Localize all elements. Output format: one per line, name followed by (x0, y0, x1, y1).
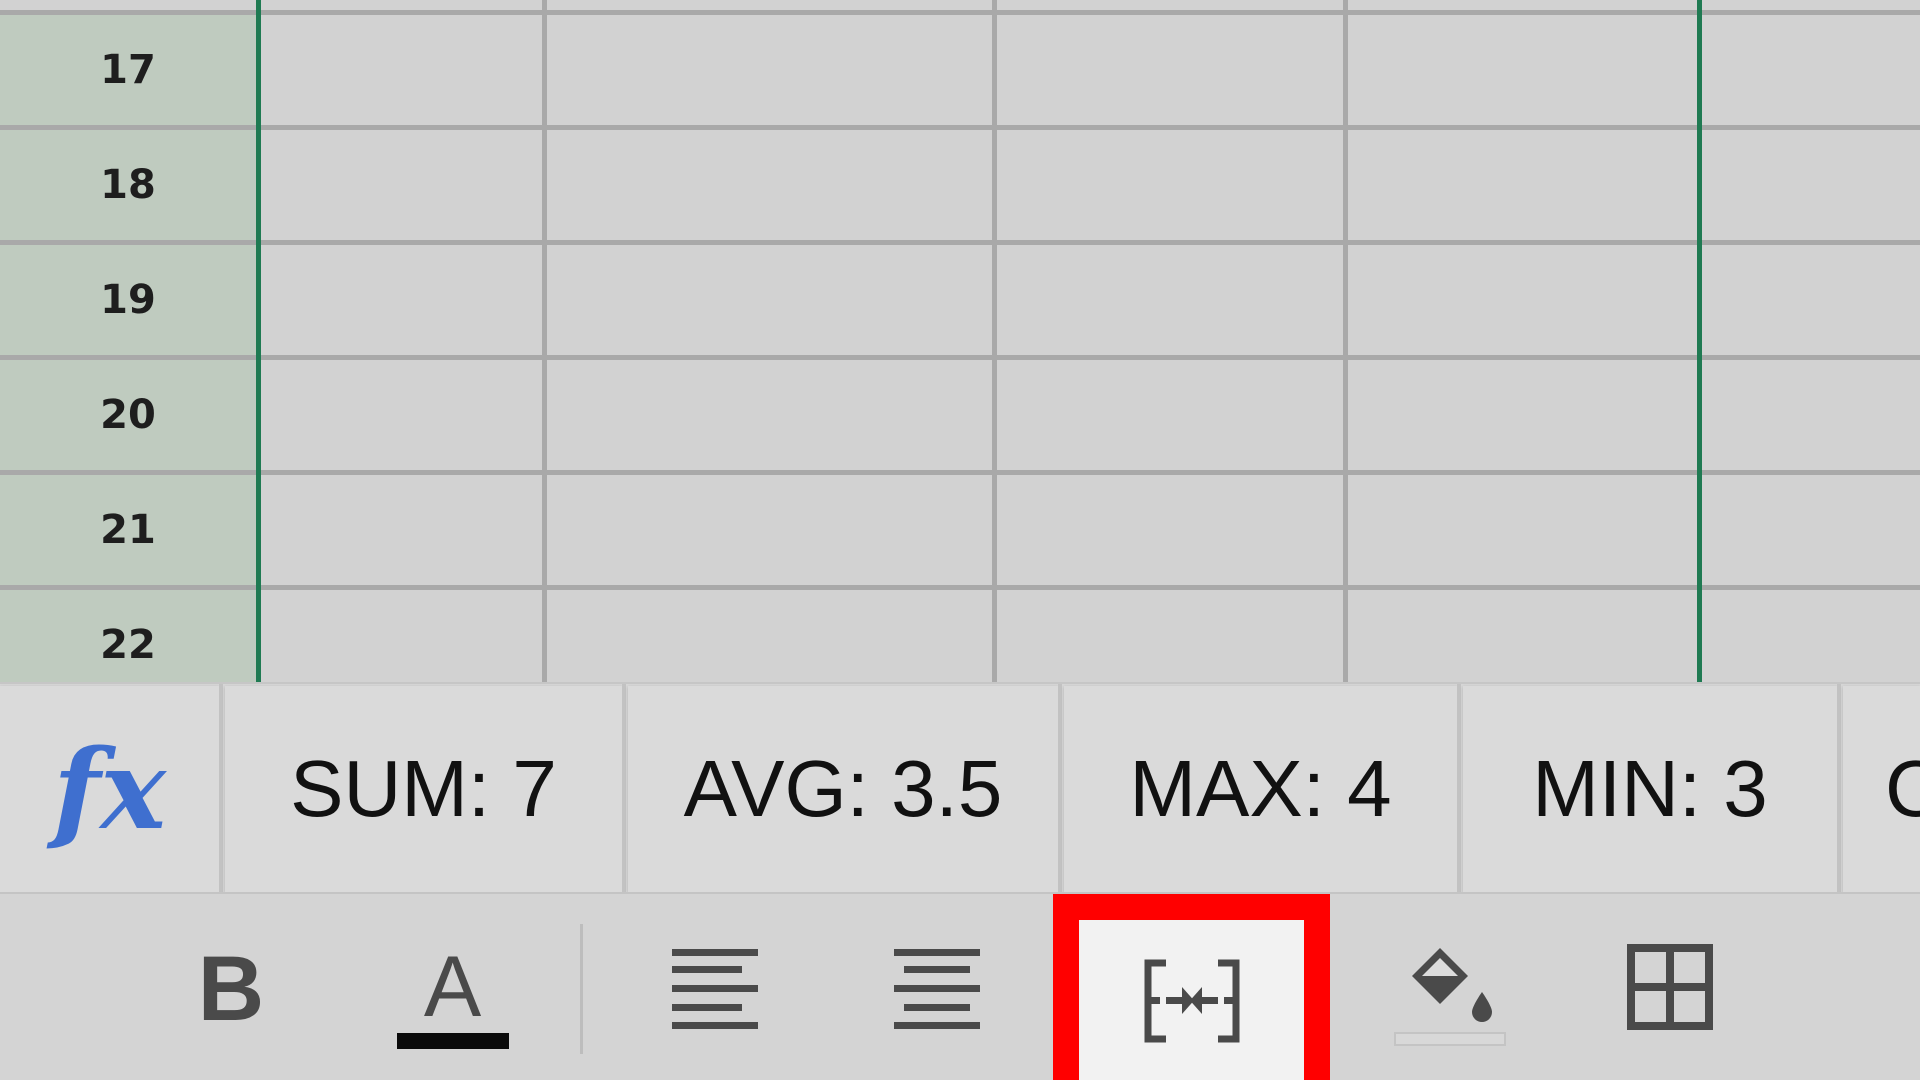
avg-stat[interactable]: AVG: 3.5 (628, 686, 1058, 892)
cell[interactable] (997, 475, 1343, 585)
grid-row-17: 17 (0, 15, 1920, 130)
cell[interactable] (997, 245, 1343, 355)
max-stat[interactable]: MAX: 4 (1064, 686, 1457, 892)
divider (1457, 684, 1461, 894)
cell[interactable] (1702, 360, 1920, 470)
highlight-box (1053, 894, 1330, 1080)
grid-line (992, 0, 997, 682)
grid-row-18: 18 (0, 130, 1920, 245)
divider (1837, 684, 1841, 894)
fill-color-button[interactable] (1380, 929, 1520, 1059)
cell[interactable] (1348, 15, 1697, 125)
cell[interactable] (547, 245, 992, 355)
function-button[interactable]: fx (0, 686, 219, 892)
cell[interactable] (547, 15, 992, 125)
selection-border-left (256, 0, 261, 682)
divider (622, 684, 626, 894)
align-center-icon (894, 949, 980, 1029)
cell[interactable] (547, 475, 992, 585)
cell[interactable] (261, 360, 542, 470)
spreadsheet-grid: 17 18 19 20 21 22 (0, 0, 1920, 682)
row-header-21[interactable]: 21 (0, 475, 256, 585)
spreadsheet-app: 17 18 19 20 21 22 fx SUM: 7 AVG: 3.5 MAX… (0, 0, 1920, 1080)
cell[interactable] (261, 475, 542, 585)
cell[interactable] (997, 15, 1343, 125)
grid-row-19: 19 (0, 245, 1920, 360)
cell[interactable] (547, 130, 992, 240)
row-header-22[interactable]: 22 (0, 590, 256, 682)
fill-color-icon (1412, 948, 1492, 1022)
toolbar-divider (580, 924, 583, 1054)
borders-button[interactable] (1620, 934, 1720, 1039)
cell[interactable] (261, 130, 542, 240)
cell[interactable] (547, 590, 992, 682)
count-stat-partial[interactable]: C (1843, 686, 1920, 892)
cell[interactable] (547, 360, 992, 470)
align-left-button[interactable] (660, 939, 770, 1039)
font-color-button[interactable]: A (385, 934, 520, 1059)
cell[interactable] (1348, 590, 1697, 682)
cell[interactable] (1702, 245, 1920, 355)
grid-row-21: 21 (0, 475, 1920, 590)
grid-row-20: 20 (0, 360, 1920, 475)
selection-border-right (1697, 0, 1702, 682)
cell[interactable] (1348, 360, 1697, 470)
cell[interactable] (1348, 245, 1697, 355)
row-header-17[interactable]: 17 (0, 15, 256, 125)
row-header-18[interactable]: 18 (0, 130, 256, 240)
grid-line (542, 0, 547, 682)
cell[interactable] (261, 15, 542, 125)
bold-button[interactable]: B (176, 924, 286, 1054)
grid-row-22: 22 (0, 590, 1920, 682)
font-color-swatch (396, 1032, 509, 1049)
formatting-toolbar: B A (0, 892, 1920, 1080)
fill-color-swatch (1394, 1032, 1506, 1046)
row-header-19[interactable]: 19 (0, 245, 256, 355)
cell[interactable] (1348, 475, 1697, 585)
align-left-icon (672, 949, 758, 1029)
borders-icon (1627, 943, 1713, 1030)
merge-cells-button[interactable] (1079, 920, 1304, 1080)
cell[interactable] (1702, 475, 1920, 585)
sum-stat[interactable]: SUM: 7 (225, 686, 622, 892)
cell[interactable] (997, 130, 1343, 240)
cell[interactable] (997, 360, 1343, 470)
merge-cells-icon (1144, 959, 1239, 1043)
cell[interactable] (1702, 130, 1920, 240)
font-color-icon: A (423, 938, 482, 1035)
divider (219, 684, 223, 894)
cell[interactable] (261, 245, 542, 355)
cell[interactable] (261, 590, 542, 682)
cell[interactable] (1702, 590, 1920, 682)
cell[interactable] (997, 590, 1343, 682)
divider (1058, 684, 1062, 894)
bold-icon: B (197, 937, 265, 1040)
grid-line (1343, 0, 1348, 682)
quick-stats-bar: fx SUM: 7 AVG: 3.5 MAX: 4 MIN: 3 C (0, 682, 1920, 894)
cell[interactable] (1348, 130, 1697, 240)
cell[interactable] (1702, 15, 1920, 125)
align-center-button[interactable] (882, 939, 992, 1039)
min-stat[interactable]: MIN: 3 (1463, 686, 1837, 892)
row-header-20[interactable]: 20 (0, 360, 256, 470)
